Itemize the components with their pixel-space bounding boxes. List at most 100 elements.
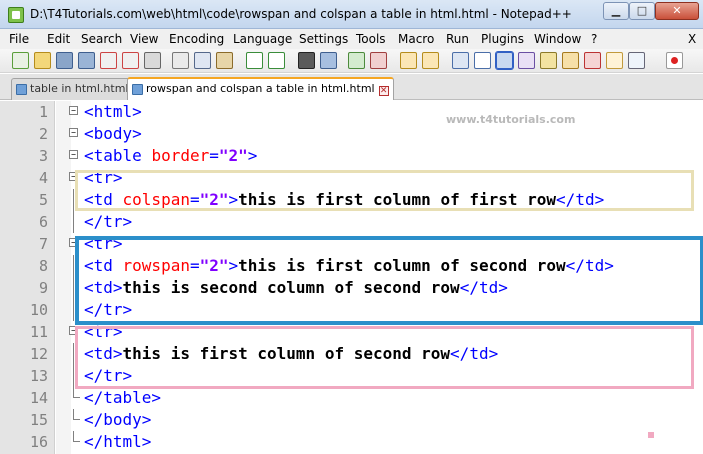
code-line[interactable]: 4 − <tr> [0,167,703,189]
code-token-txt: this is first column of first row [238,190,557,209]
code-line[interactable]: 2 − <body> [0,123,703,145]
close-document-button[interactable]: X [688,32,696,46]
undo-icon[interactable] [246,52,263,69]
show-all-chars-icon[interactable] [474,52,491,69]
new-file-icon[interactable] [12,52,29,69]
menu-help[interactable]: ? [591,32,597,46]
user-lang-icon[interactable] [518,52,535,69]
code-line[interactable]: 14 </table> [0,387,703,409]
function-list-icon[interactable] [540,52,557,69]
code-token-tag: </td> [565,256,614,275]
menu-view[interactable]: View [130,32,158,46]
close-window-button[interactable]: ✕ [655,2,699,20]
menu-run[interactable]: Run [446,32,469,46]
tab-bar: table in html.html ✕ rowspan and colspan … [0,74,703,100]
code-token-tag: <html> [84,102,142,121]
line-number: 10 [29,301,48,319]
eye-icon[interactable] [628,52,645,69]
indent-guide-icon[interactable] [495,51,514,70]
code-line[interactable]: 3 − <table border="2"> [0,145,703,167]
code-token-tag: > [228,256,239,275]
window-title: D:\T4Tutorials.com\web\html\code\rowspan… [30,7,572,21]
menu-file[interactable]: File [9,32,29,46]
sync-v-icon[interactable] [400,52,417,69]
menu-macro[interactable]: Macro [398,32,434,46]
fold-toggle-icon[interactable]: − [69,238,78,247]
close-icon[interactable] [100,52,117,69]
doc-map-icon[interactable] [584,52,601,69]
tab-label: table in html.html [30,82,129,95]
code-line[interactable]: 13 </tr> [0,365,703,387]
code-token-tag: </td> [459,278,508,297]
line-number: 2 [38,125,48,143]
minimize-button[interactable]: ▁ [603,2,629,20]
code-token-txt: this is second column of second row [122,278,460,297]
menu-encoding[interactable]: Encoding [169,32,224,46]
find-icon[interactable] [298,52,315,69]
code-token-tag: = [209,146,219,165]
code-token-val: "2" [218,146,248,165]
zoom-in-icon[interactable] [348,52,365,69]
tab-rowspan-colspan[interactable]: rowspan and colspan a table in html.html… [127,77,394,100]
code-line[interactable]: 12 <td>this is first column of second row… [0,343,703,365]
save-icon[interactable] [56,52,73,69]
code-editor[interactable]: 1− <html> 2− <body> 3− <table border="2"> 4− <t… [0,101,703,454]
fold-line [73,255,74,277]
menu-language[interactable]: Language [233,32,292,46]
fold-toggle-icon[interactable]: − [69,128,78,137]
code-token-tag: <tr> [84,168,123,187]
record-macro-icon[interactable] [666,52,683,69]
fold-end-marker [73,387,80,398]
line-number: 6 [38,213,48,231]
menu-settings[interactable]: Settings [299,32,348,46]
code-line[interactable]: 11 − <tr> [0,321,703,343]
cut-icon[interactable] [172,52,189,69]
line-number: 8 [38,257,48,275]
open-file-icon[interactable] [34,52,51,69]
code-line[interactable]: 1 − <html> [0,101,703,123]
folder-as-workspace-icon[interactable] [562,52,579,69]
monitoring-icon[interactable] [606,52,623,69]
paste-icon[interactable] [216,52,233,69]
menu-plugins[interactable]: Plugins [481,32,524,46]
line-number: 1 [38,103,48,121]
code-line[interactable]: 8 <td rowspan="2">this is first column of… [0,255,703,277]
code-line[interactable]: 9 <td>this is second column of second row… [0,277,703,299]
print-icon[interactable] [144,52,161,69]
word-wrap-icon[interactable] [452,52,469,69]
line-number: 12 [29,345,48,363]
code-token-tag: = [189,256,200,275]
replace-icon[interactable] [320,52,337,69]
maximize-button[interactable]: □ [629,2,655,20]
fold-toggle-icon[interactable]: − [69,326,78,335]
menu-search[interactable]: Search [81,32,122,46]
code-line[interactable]: 16 </html> [0,431,703,453]
code-line[interactable]: 6 </tr> [0,211,703,233]
file-icon [16,84,27,95]
code-line[interactable]: 10 </tr> [0,299,703,321]
redo-icon[interactable] [268,52,285,69]
sync-h-icon[interactable] [422,52,439,69]
code-token-tag: <body> [84,124,142,143]
menu-edit[interactable]: Edit [47,32,70,46]
line-number: 13 [29,367,48,385]
code-line[interactable]: 15 </body> [0,409,703,431]
copy-icon[interactable] [194,52,211,69]
fold-toggle-icon[interactable]: − [69,106,78,115]
code-line[interactable]: 5 <td colspan="2">this is first column of… [0,189,703,211]
menu-window[interactable]: Window [534,32,581,46]
close-all-icon[interactable] [122,52,139,69]
code-token-tag: </table> [84,388,162,407]
line-number: 15 [29,411,48,429]
fold-toggle-icon[interactable]: − [69,172,78,181]
code-line[interactable]: 7 − <tr> [0,233,703,255]
menu-tools[interactable]: Tools [356,32,386,46]
code-text: <tr> [84,322,123,341]
fold-line [73,277,74,299]
fold-line [73,365,74,387]
zoom-out-icon[interactable] [370,52,387,69]
fold-line [73,211,74,233]
tab-close-icon[interactable]: ✕ [378,86,389,96]
fold-toggle-icon[interactable]: − [69,150,78,159]
save-all-icon[interactable] [78,52,95,69]
